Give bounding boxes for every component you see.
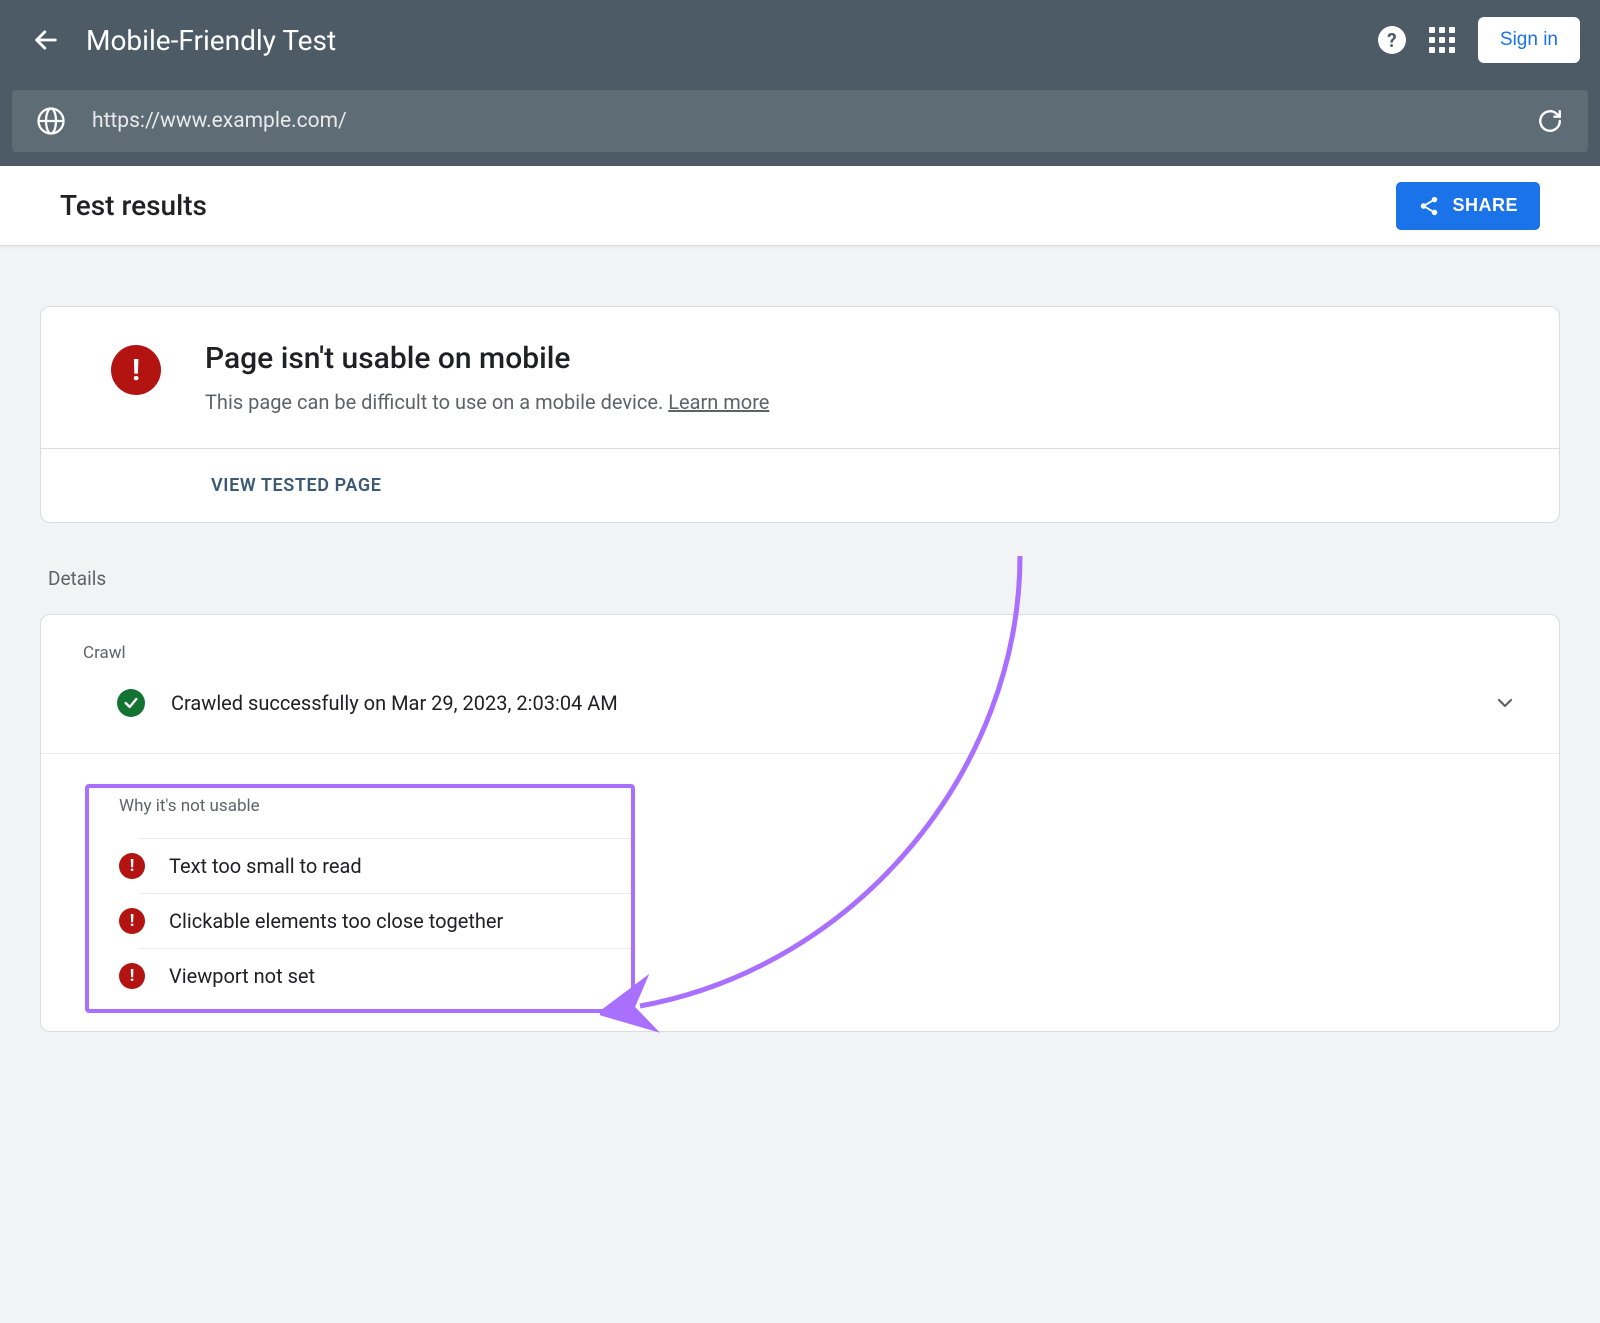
error-icon: !: [119, 853, 145, 879]
check-icon: [117, 689, 145, 717]
issue-row[interactable]: ! Viewport not set: [139, 948, 631, 1003]
error-icon: !: [111, 345, 161, 395]
url-bar: [12, 90, 1588, 152]
error-icon: !: [119, 963, 145, 989]
crawl-status-row[interactable]: Crawled successfully on Mar 29, 2023, 2:…: [41, 685, 1559, 754]
share-label: SHARE: [1452, 195, 1518, 216]
issue-row[interactable]: ! Text too small to read: [139, 838, 631, 893]
details-card: Crawl Crawled successfully on Mar 29, 20…: [40, 614, 1560, 1032]
results-title: Test results: [60, 189, 1396, 222]
globe-icon: [36, 106, 66, 136]
learn-more-link[interactable]: Learn more: [668, 390, 769, 414]
crawl-section-label: Crawl: [41, 615, 1559, 685]
annotation-highlight: Why it's not usable ! Text too small to …: [85, 784, 635, 1013]
issue-text: Clickable elements too close together: [169, 909, 503, 933]
apps-grid-icon[interactable]: [1428, 26, 1456, 54]
sign-in-button[interactable]: Sign in: [1478, 17, 1580, 63]
issue-row[interactable]: ! Clickable elements too close together: [139, 893, 631, 948]
status-heading: Page isn't usable on mobile: [205, 341, 769, 376]
top-bar: Mobile-Friendly Test ? Sign in: [0, 0, 1600, 80]
app-title: Mobile-Friendly Test: [86, 24, 1354, 57]
url-bar-container: [0, 80, 1600, 166]
share-button[interactable]: SHARE: [1396, 182, 1540, 230]
content-area: ! Page isn't usable on mobile This page …: [0, 246, 1600, 1072]
details-label: Details: [48, 567, 1560, 590]
crawl-status-text: Crawled successfully on Mar 29, 2023, 2:…: [171, 691, 1493, 715]
view-tested-page-link[interactable]: VIEW TESTED PAGE: [211, 475, 382, 496]
issue-text: Viewport not set: [169, 964, 315, 988]
share-icon: [1418, 195, 1440, 217]
issue-text: Text too small to read: [169, 854, 362, 878]
why-label: Why it's not usable: [89, 788, 631, 838]
status-card: ! Page isn't usable on mobile This page …: [40, 306, 1560, 523]
url-input[interactable]: [92, 109, 1510, 133]
error-icon: !: [119, 908, 145, 934]
back-arrow-icon[interactable]: [30, 24, 62, 56]
reload-icon[interactable]: [1536, 107, 1564, 135]
help-icon[interactable]: ?: [1378, 26, 1406, 54]
why-not-usable-section: Why it's not usable ! Text too small to …: [41, 754, 1559, 1031]
chevron-down-icon: [1493, 691, 1517, 715]
status-subtext: This page can be difficult to use on a m…: [205, 390, 769, 414]
results-header: Test results SHARE: [0, 166, 1600, 246]
